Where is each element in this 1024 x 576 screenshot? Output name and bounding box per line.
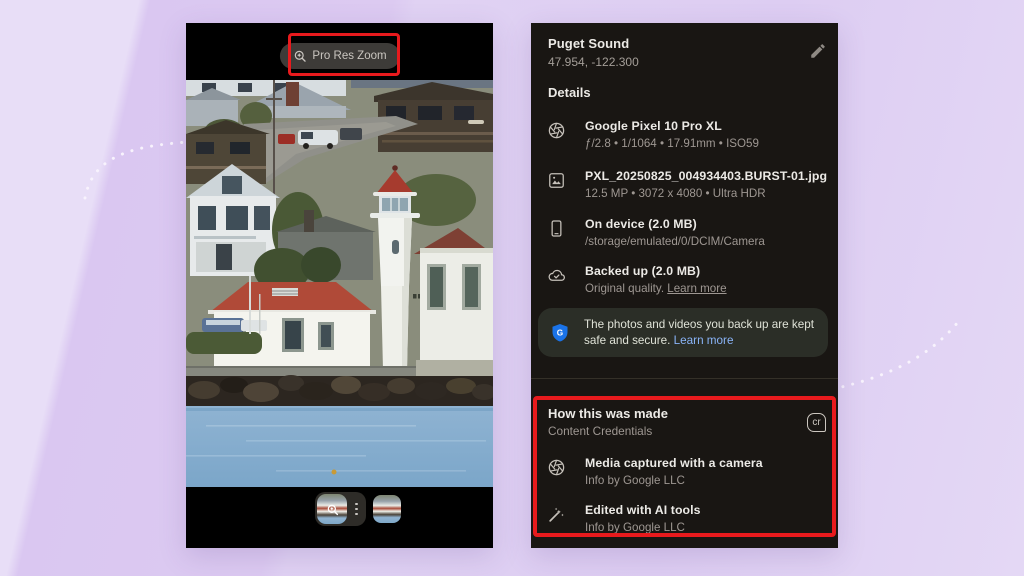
viewfinder-photo-lighthouse bbox=[186, 80, 493, 487]
learn-more-link[interactable]: Learn more bbox=[667, 282, 726, 295]
device-storage-path: /storage/emulated/0/DCIM/Camera bbox=[585, 234, 765, 249]
pro-res-zoom-button[interactable]: Pro Res Zoom bbox=[279, 43, 399, 69]
location-header: Puget Sound 47.954, -122.300 bbox=[548, 36, 639, 69]
details-section-header: Details bbox=[548, 85, 591, 100]
provenance-row-ai-edited: Edited with AI tools Info by Google LLC bbox=[547, 503, 830, 535]
location-coordinates: 47.954, -122.300 bbox=[548, 55, 639, 69]
image-icon bbox=[547, 171, 566, 190]
provenance-title: How this was made bbox=[548, 406, 668, 421]
backup-info-card: G The photos and videos you back up are … bbox=[538, 308, 828, 357]
file-specs: 12.5 MP • 3072 x 4080 • Ultra HDR bbox=[585, 186, 827, 201]
pencil-icon[interactable] bbox=[809, 42, 827, 60]
pro-res-zoom-label: Pro Res Zoom bbox=[312, 50, 386, 62]
learn-more-link-blue[interactable]: Learn more bbox=[674, 334, 734, 347]
wand-icon bbox=[547, 505, 566, 524]
cloud-done-icon bbox=[547, 266, 566, 285]
aperture-icon bbox=[547, 458, 566, 477]
aperture-icon bbox=[547, 121, 566, 140]
thumbnail-alternate[interactable] bbox=[373, 495, 401, 523]
zoom-sparkle-icon bbox=[292, 49, 306, 63]
google-one-shield-icon: G bbox=[551, 323, 569, 343]
phone-icon bbox=[547, 219, 566, 238]
capture-thumbnails bbox=[315, 492, 401, 526]
camera-exif: ƒ/2.8 • 1/1064 • 17.91mm • ISO59 bbox=[585, 136, 759, 151]
camera-bottom-bar bbox=[186, 487, 493, 548]
camera-model: Google Pixel 10 Pro XL bbox=[585, 119, 759, 134]
backup-quality: Original quality. Learn more bbox=[585, 281, 727, 296]
camera-screenshot: Pro Res Zoom bbox=[186, 23, 493, 548]
backup-title: Backed up (2.0 MB) bbox=[585, 264, 727, 279]
camera-top-bar: Pro Res Zoom bbox=[186, 23, 493, 80]
thumbnail-image bbox=[317, 494, 347, 524]
ai-edited-info-by: Info by Google LLC bbox=[585, 520, 701, 535]
content-credentials-icon[interactable]: cr bbox=[807, 413, 826, 432]
provenance-subtitle: Content Credentials bbox=[548, 424, 652, 438]
section-divider bbox=[531, 378, 838, 379]
detail-row-device: On device (2.0 MB) /storage/emulated/0/D… bbox=[547, 217, 830, 249]
location-title: Puget Sound bbox=[548, 36, 639, 51]
svg-text:G: G bbox=[557, 328, 563, 337]
captured-info-by: Info by Google LLC bbox=[585, 473, 763, 488]
background-dotted-curves bbox=[0, 0, 1024, 576]
detail-row-file: PXL_20250825_004934403.BURST-01.jpg 12.5… bbox=[547, 169, 830, 201]
backup-card-text: The photos and videos you back up are ke… bbox=[584, 317, 815, 349]
detail-row-camera: Google Pixel 10 Pro XL ƒ/2.8 • 1/1064 • … bbox=[547, 119, 830, 151]
file-name: PXL_20250825_004934403.BURST-01.jpg bbox=[585, 169, 827, 184]
three-dot-menu-icon[interactable] bbox=[355, 503, 358, 516]
photo-details-screenshot: Puget Sound 47.954, -122.300 Details Goo… bbox=[531, 23, 838, 548]
ai-edited-title: Edited with AI tools bbox=[585, 503, 701, 518]
thumbnail-selected[interactable] bbox=[315, 492, 366, 526]
captured-title: Media captured with a camera bbox=[585, 456, 763, 471]
zoom-sparkle-icon bbox=[317, 494, 347, 524]
detail-row-backup: Backed up (2.0 MB) Original quality. Lea… bbox=[547, 264, 830, 296]
provenance-row-captured: Media captured with a camera Info by Goo… bbox=[547, 456, 830, 488]
device-storage-title: On device (2.0 MB) bbox=[585, 217, 765, 232]
